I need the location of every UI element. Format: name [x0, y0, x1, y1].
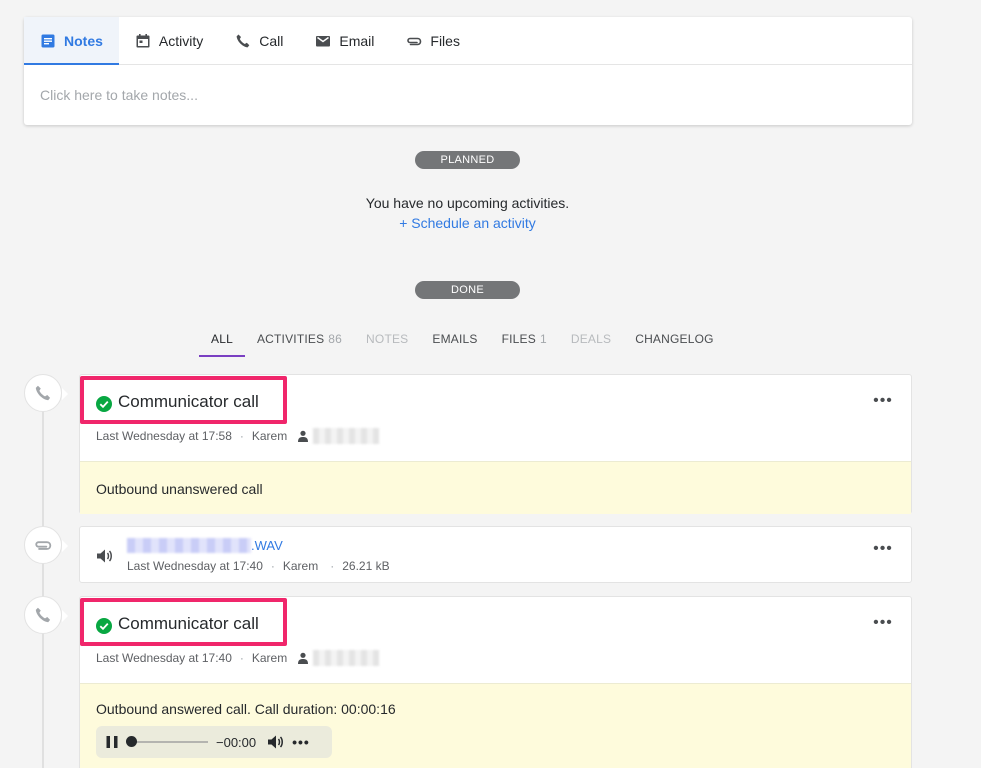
tab-notes[interactable]: Notes: [24, 17, 119, 65]
filter-activities[interactable]: ACTIVITIES 86: [245, 329, 354, 357]
check-circle-icon[interactable]: [96, 618, 112, 634]
separator-dot: ·: [239, 429, 244, 443]
tab-files-label: Files: [430, 32, 460, 49]
tab-notes-label: Notes: [64, 32, 103, 49]
filter-activities-label: ACTIVITIES: [256, 332, 325, 346]
notes-input[interactable]: [40, 87, 890, 103]
tab-email[interactable]: Email: [299, 17, 390, 64]
filter-changelog[interactable]: CHANGELOG: [623, 329, 725, 357]
timeline-call-marker: [24, 374, 68, 412]
file-time: Last Wednesday at 17:40: [127, 559, 263, 573]
tab-activity-label: Activity: [158, 32, 204, 49]
filter-files-label: FILES: [501, 332, 536, 346]
redacted-filename: [127, 538, 251, 553]
file-link[interactable]: .WAV: [127, 538, 283, 553]
tab-activity[interactable]: Activity: [119, 17, 219, 64]
audio-progress-thumb[interactable]: [126, 736, 137, 747]
pause-icon[interactable]: [104, 734, 120, 750]
activity-owner[interactable]: Karem: [252, 429, 287, 443]
filter-notes-label: NOTES: [366, 332, 409, 346]
activity-note-text: Outbound unanswered call: [96, 481, 263, 497]
file-owner[interactable]: Karem: [283, 559, 318, 573]
filter-deals-label: DEALS: [570, 332, 612, 346]
volume-icon[interactable]: [266, 733, 284, 751]
filter-emails[interactable]: EMAILS: [420, 329, 489, 357]
activity-note: Outbound unanswered call: [80, 461, 911, 514]
redacted-contact: [313, 428, 380, 444]
activity-card-header: Communicator call Last Wednesday at 17:4…: [80, 597, 911, 683]
timeline-call-marker: [24, 596, 68, 634]
speaker-icon[interactable]: [95, 547, 113, 565]
filter-changelog-label: CHANGELOG: [635, 332, 714, 346]
redacted-contact: [313, 650, 380, 666]
composer-tabs: Notes Activity Call Email Files: [24, 17, 912, 65]
person-icon: [298, 430, 309, 442]
activity-time: Last Wednesday at 17:58: [96, 429, 232, 443]
audio-progress-track[interactable]: [126, 736, 208, 747]
file-meta: Last Wednesday at 17:40 · Karem · 26.21 …: [127, 559, 390, 573]
phone-icon: [35, 385, 51, 401]
filter-activities-count: 86: [328, 332, 343, 346]
person-icon: [298, 652, 309, 664]
activity-note-text: Outbound answered call. Call duration: 0…: [96, 701, 396, 717]
activity-card-header: Communicator call Last Wednesday at 17:5…: [80, 375, 911, 461]
activity-title[interactable]: Communicator call: [118, 614, 259, 634]
notes-icon: [41, 34, 55, 47]
timeline-line: [42, 392, 44, 768]
separator-dot: ·: [239, 651, 244, 665]
timeline-file-marker: [24, 526, 68, 564]
phone-icon: [236, 34, 250, 47]
audio-player: −00:00 •••: [96, 726, 332, 758]
activity-time: Last Wednesday at 17:40: [96, 651, 232, 665]
tab-files[interactable]: Files: [390, 17, 476, 64]
filter-all[interactable]: ALL: [199, 329, 245, 357]
composer-card: Notes Activity Call Email Files: [24, 17, 912, 125]
separator-dot: ·: [270, 559, 275, 573]
activity-owner[interactable]: Karem: [252, 651, 287, 665]
separator-dot: ·: [330, 559, 335, 573]
activity-note: Outbound answered call. Call duration: 0…: [80, 683, 911, 768]
filter-notes[interactable]: NOTES: [354, 329, 420, 357]
filter-deals[interactable]: DEALS: [559, 329, 623, 357]
mail-icon: [316, 35, 331, 46]
more-options-icon[interactable]: •••: [873, 393, 893, 411]
phone-icon: [35, 607, 51, 623]
history-filter-tabs: ALL ACTIVITIES 86 NOTES EMAILS FILES 1 DEA…: [199, 329, 726, 357]
calendar-icon: [136, 33, 150, 47]
planned-badge: PLANNED: [415, 151, 520, 169]
check-circle-icon[interactable]: [96, 396, 112, 412]
tab-call-label: Call: [259, 32, 284, 49]
paperclip-icon: [407, 37, 422, 45]
activity-meta: Last Wednesday at 17:58 · Karem: [96, 428, 380, 444]
file-card: .WAV Last Wednesday at 17:40 · Karem · 2…: [79, 526, 912, 583]
activity-title[interactable]: Communicator call: [118, 392, 259, 412]
paperclip-icon: [35, 541, 52, 550]
tab-call[interactable]: Call: [219, 17, 299, 64]
filter-files-count: 1: [539, 332, 547, 346]
filter-files[interactable]: FILES 1: [490, 329, 559, 357]
activity-card-call-2: Communicator call Last Wednesday at 17:4…: [79, 596, 912, 768]
activity-card-call-1: Communicator call Last Wednesday at 17:5…: [79, 374, 912, 514]
activity-meta: Last Wednesday at 17:40 · Karem: [96, 650, 380, 666]
done-badge: DONE: [415, 281, 520, 299]
more-options-icon[interactable]: •••: [873, 541, 893, 559]
file-size: 26.21 kB: [342, 559, 390, 573]
audio-more-options-icon[interactable]: •••: [292, 734, 310, 750]
file-extension[interactable]: .WAV: [251, 538, 283, 553]
filter-emails-label: EMAILS: [432, 332, 478, 346]
more-options-icon[interactable]: •••: [873, 615, 893, 633]
no-activities-text: You have no upcoming activities.: [365, 195, 570, 211]
tab-email-label: Email: [339, 32, 375, 49]
filter-all-label: ALL: [211, 332, 233, 346]
schedule-activity-link[interactable]: + Schedule an activity: [0, 215, 935, 231]
audio-time: −00:00: [216, 734, 257, 750]
